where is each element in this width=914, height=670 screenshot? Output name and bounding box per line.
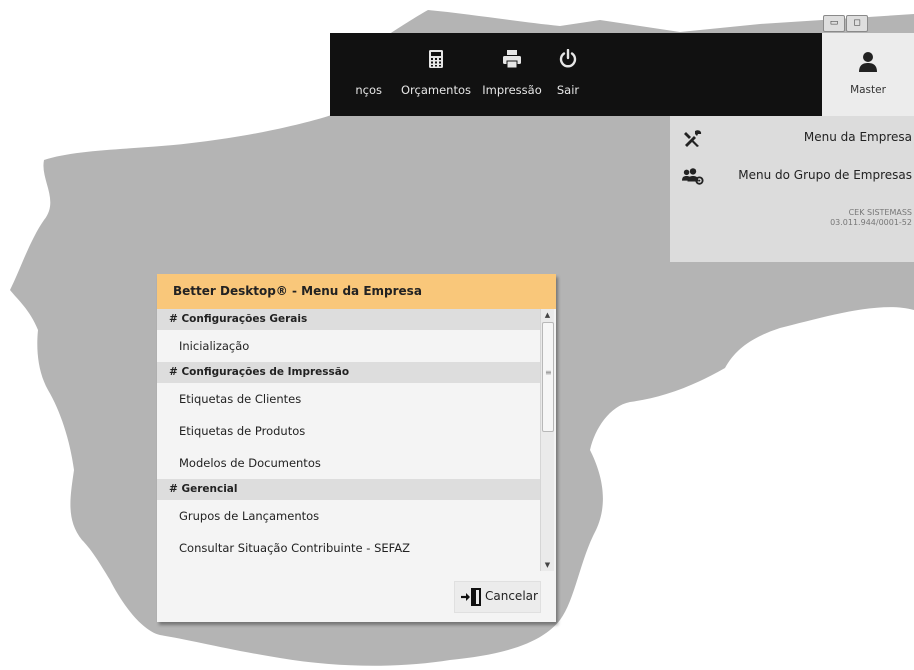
menu-item-company-group[interactable]: Menu do Grupo de Empresas	[670, 160, 914, 192]
grip-icon: ≡	[545, 368, 552, 377]
toolbar-services-label: nços	[355, 83, 382, 97]
scroll-down-arrow-icon[interactable]: ▼	[541, 559, 554, 571]
toolbar-budgets-button[interactable]: Orçamentos	[398, 33, 474, 116]
exit-door-icon	[461, 588, 481, 606]
cancel-button[interactable]: Cancelar	[454, 581, 541, 613]
group-header: # Configurações Gerais	[157, 309, 540, 330]
scrollbar-thumb[interactable]: ≡	[542, 322, 554, 432]
calculator-icon	[429, 50, 443, 68]
master-user-button[interactable]: Master	[822, 33, 914, 116]
toolbar-print-label: Impressão	[482, 83, 542, 97]
master-label: Master	[850, 84, 886, 96]
master-dropdown-menu: Menu da Empresa Menu do Grupo de Empresa…	[670, 116, 914, 262]
company-menu-dialog: Better Desktop® - Menu da Empresa # Conf…	[157, 274, 556, 622]
company-info: CEK SISTEMASS 03.011.944/0001-52	[830, 208, 912, 228]
dialog-title: Better Desktop® - Menu da Empresa	[157, 274, 556, 309]
scroll-up-arrow-icon[interactable]: ▲	[541, 309, 554, 321]
minimize-button[interactable]: ▭	[823, 15, 845, 32]
menu-item-company[interactable]: Menu da Empresa	[670, 122, 914, 154]
power-icon	[559, 49, 577, 68]
toolbar-budgets-label: Orçamentos	[401, 83, 471, 97]
restore-button[interactable]: ◻	[846, 15, 868, 32]
company-name: CEK SISTEMASS	[848, 208, 912, 217]
toolbar-print-button[interactable]: Impressão	[480, 33, 544, 116]
toolbar-services-button[interactable]: nços	[330, 33, 386, 116]
list-item[interactable]: Consultar Situação Contribuinte - SEFAZ	[157, 532, 540, 564]
list-scrollbar[interactable]: ▲ ≡ ▼	[540, 309, 554, 571]
tools-icon	[684, 130, 702, 147]
list-item[interactable]: Etiquetas de Produtos	[157, 415, 540, 447]
menu-item-company-group-label: Menu do Grupo de Empresas	[738, 168, 912, 182]
list-item[interactable]: Etiquetas de Clientes	[157, 383, 540, 415]
menu-item-company-label: Menu da Empresa	[803, 130, 912, 144]
menu-options-list[interactable]: # Configurações Gerais Inicialização # C…	[157, 309, 540, 571]
company-cnpj: 03.011.944/0001-52	[830, 218, 912, 227]
user-icon	[859, 52, 877, 72]
printer-icon	[503, 50, 521, 69]
list-item[interactable]: Modelos de Documentos	[157, 447, 540, 479]
cancel-label: Cancelar	[485, 589, 538, 603]
group-header: # Gerencial	[157, 479, 540, 500]
users-gear-icon	[682, 168, 704, 185]
toolbar-exit-button[interactable]: Sair	[550, 33, 586, 116]
list-item[interactable]: Inicialização	[157, 330, 540, 362]
window-controls: ▭ ◻	[823, 15, 868, 32]
toolbar-exit-label: Sair	[556, 83, 580, 97]
group-header: # Configurações de Impressão	[157, 362, 540, 383]
list-item[interactable]: Grupos de Lançamentos	[157, 500, 540, 532]
